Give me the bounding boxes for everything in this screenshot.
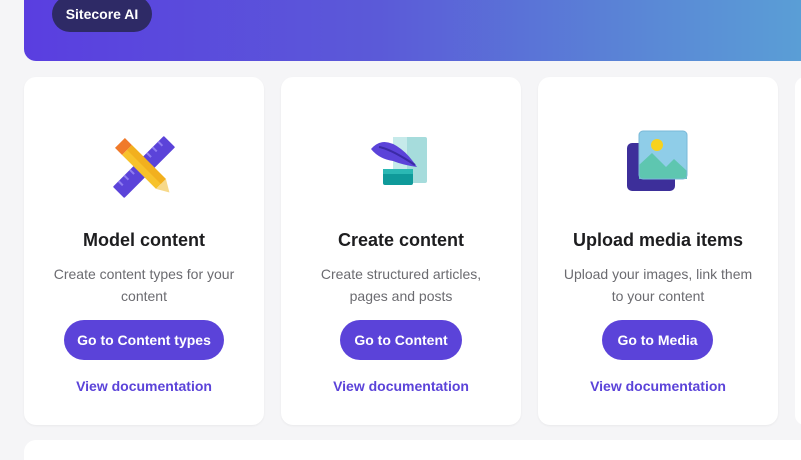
- card-description: Create content types for your content: [53, 266, 235, 304]
- image-gallery-icon: [618, 127, 698, 207]
- card-description: Create structured articles, pages and po…: [320, 266, 482, 304]
- card-description: Upload your images, link them to your co…: [563, 266, 753, 304]
- card-title: Create content: [337, 230, 465, 250]
- sitecore-ai-button[interactable]: Sitecore AI: [52, 0, 152, 32]
- card-create-content: Create content Create structured article…: [281, 77, 521, 425]
- quill-scroll-icon: [361, 127, 441, 207]
- view-documentation-link[interactable]: View documentation: [24, 378, 264, 394]
- ruler-pencil-icon: [104, 127, 184, 207]
- next-card-edge: [795, 77, 801, 425]
- card-title: Upload media items: [572, 230, 744, 250]
- card-title: Model content: [83, 230, 205, 250]
- go-to-content-button[interactable]: Go to Content: [340, 320, 462, 360]
- view-documentation-link[interactable]: View documentation: [538, 378, 778, 394]
- card-model-content: Model content Create content types for y…: [24, 77, 264, 425]
- view-documentation-link[interactable]: View documentation: [281, 378, 521, 394]
- next-section-edge: [24, 440, 801, 460]
- go-to-content-types-button[interactable]: Go to Content types: [64, 320, 224, 360]
- card-upload-media: Upload media items Upload your images, l…: [538, 77, 778, 425]
- go-to-media-button[interactable]: Go to Media: [602, 320, 713, 360]
